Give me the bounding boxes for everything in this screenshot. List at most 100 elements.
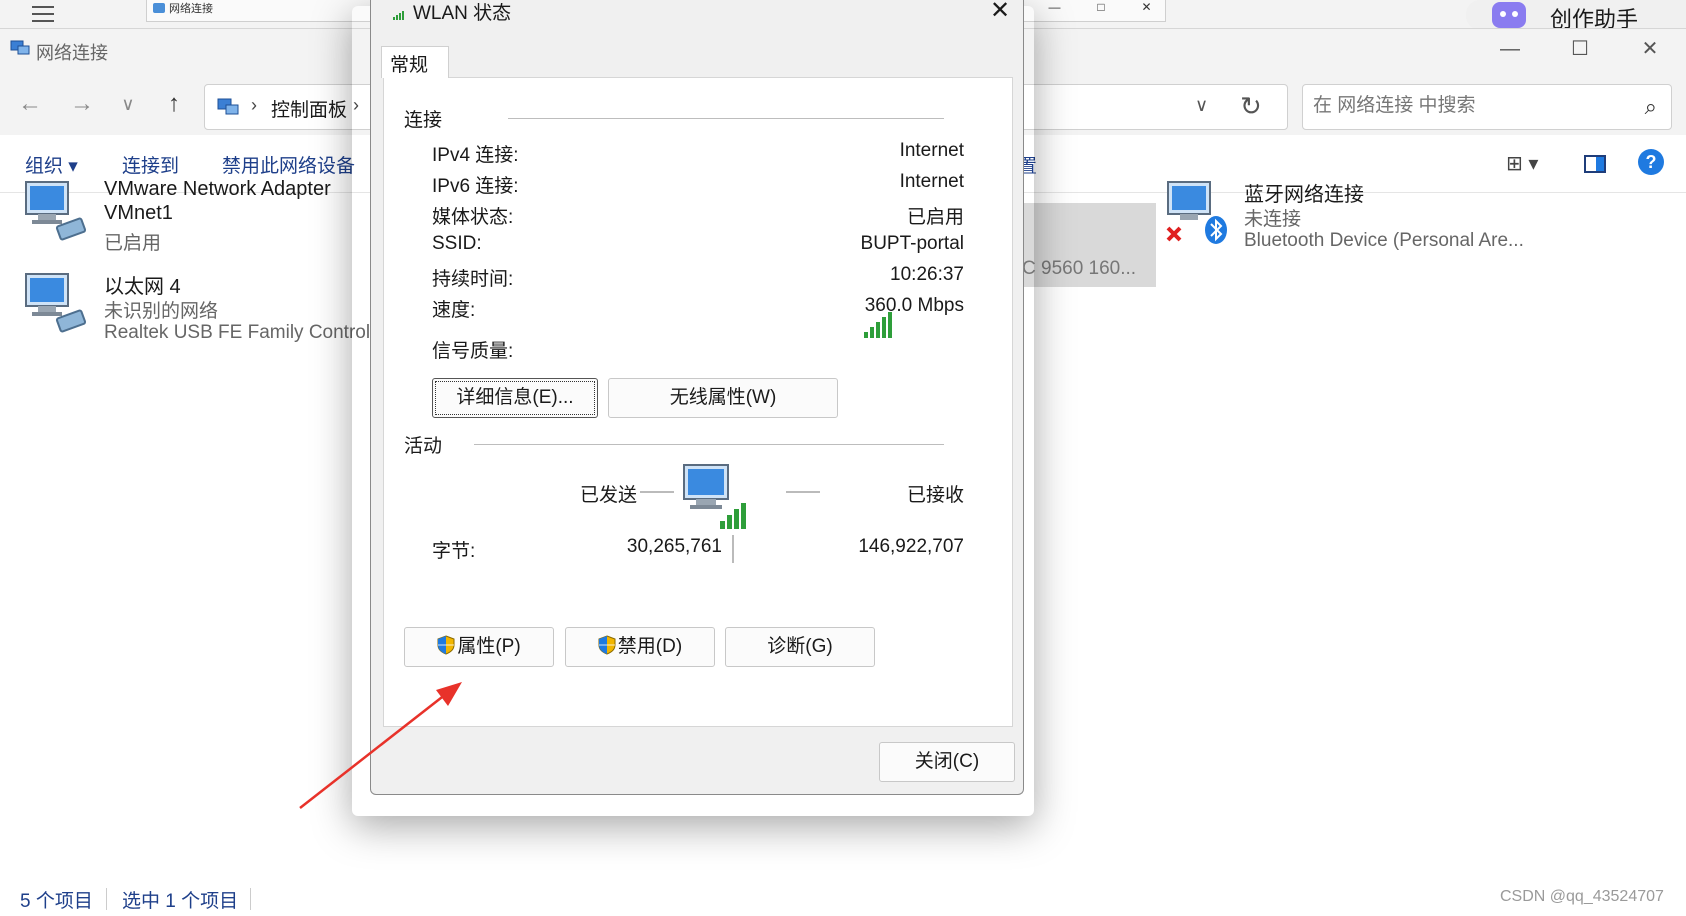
received-label: 已接收 xyxy=(906,485,964,506)
ipv4-label: IPv4 连接: xyxy=(432,145,519,166)
signal-bar xyxy=(882,317,886,338)
annotation-arrow xyxy=(299,682,462,809)
ipv4-value: Internet xyxy=(899,140,964,161)
up-icon[interactable]: ↑ xyxy=(158,89,190,119)
ssid-label: SSID: xyxy=(432,233,482,254)
group-divider xyxy=(508,118,944,119)
item-name: 蓝牙网络连接 xyxy=(1244,184,1364,206)
ipv6-label: IPv6 连接: xyxy=(432,176,519,197)
signal-bar xyxy=(870,327,874,338)
preview-pane-icon[interactable] xyxy=(1584,155,1606,173)
search-icon[interactable]: ⌕ xyxy=(1645,94,1657,120)
uac-shield-icon xyxy=(598,635,616,655)
background-window-controls: — □ ✕ xyxy=(1030,0,1170,16)
wireless-properties-button[interactable]: 无线属性(W) xyxy=(608,378,838,418)
signal-bar xyxy=(888,312,892,338)
connect-to-button[interactable]: 连接到 xyxy=(122,151,179,178)
breadcrumb-control-panel[interactable]: 控制面板 xyxy=(271,95,347,122)
diagnose-button[interactable]: 诊断(G) xyxy=(725,627,875,667)
media-state-value: 已启用 xyxy=(906,207,964,228)
close-icon[interactable]: ✕ xyxy=(1141,0,1151,16)
bluetooth-adapter-icon xyxy=(1166,181,1227,244)
maximize-button[interactable]: ☐ xyxy=(1560,35,1600,63)
dialog-titlebar: WLAN 状态 ✕ xyxy=(371,0,1023,28)
divider xyxy=(250,888,251,910)
status-bar: 5 个项目 选中 1 个项目 xyxy=(0,886,1686,916)
selected-count: 选中 1 个项目 xyxy=(122,891,239,912)
maximize-icon[interactable]: □ xyxy=(1097,0,1104,16)
disable-button[interactable]: 禁用(D) xyxy=(565,627,715,667)
close-button[interactable]: ✕ xyxy=(1630,35,1670,63)
network-activity-icon xyxy=(683,464,746,529)
tab-general[interactable]: 常规 xyxy=(381,46,449,78)
details-button[interactable]: 详细信息(E)... xyxy=(432,378,598,418)
dialog-title: WLAN 状态 xyxy=(413,3,512,24)
sent-label: 已发送 xyxy=(580,485,638,506)
item-status: 未连接 xyxy=(1244,209,1302,230)
item-status: 未识别的网络 xyxy=(104,301,219,322)
ipv6-value: Internet xyxy=(899,171,964,192)
properties-button[interactable]: 属性(P) xyxy=(404,627,554,667)
breadcrumb-separator[interactable]: › xyxy=(251,95,257,116)
item-count: 5 个项目 xyxy=(20,891,93,912)
item-device: Realtek USB FE Family Controll... xyxy=(104,322,391,343)
search-box[interactable]: ⌕ xyxy=(1302,84,1672,130)
item-device: C 9560 160... xyxy=(1022,258,1137,279)
bytes-sent-value: 30,265,761 xyxy=(626,536,722,557)
item-name: VMware Network Adapter xyxy=(104,178,331,200)
close-icon[interactable]: ✕ xyxy=(985,0,1015,25)
menu-icon[interactable] xyxy=(32,6,54,24)
view-options-icon[interactable]: ⊞ ▾ xyxy=(1506,151,1538,176)
refresh-icon[interactable]: ↻ xyxy=(1240,91,1262,122)
item-name: 以太网 4 xyxy=(104,276,181,298)
chevron-down-icon[interactable]: ∨ xyxy=(1195,95,1208,116)
explorer-title: 网络连接 xyxy=(36,43,108,63)
bytes-divider xyxy=(732,535,734,563)
control-panel-icon xyxy=(217,98,239,115)
bytes-received-value: 146,922,707 xyxy=(858,536,964,557)
properties-label: 属性(P) xyxy=(457,636,521,657)
bytes-label: 字节: xyxy=(432,541,476,562)
disable-label: 禁用(D) xyxy=(617,636,683,657)
help-icon[interactable]: ? xyxy=(1638,149,1664,175)
network-adapter-icon xyxy=(25,181,87,241)
organize-menu[interactable]: 组织 ▾ xyxy=(25,151,78,178)
signal-strength-icon xyxy=(864,312,892,338)
connection-group-title: 连接 xyxy=(404,105,449,132)
item-name: VMnet1 xyxy=(104,202,173,224)
network-connections-icon xyxy=(10,40,30,55)
general-panel: 连接 IPv4 连接: Internet IPv6 连接: Internet 媒… xyxy=(383,77,1013,727)
ssid-value: BUPT-portal xyxy=(860,233,964,254)
close-button[interactable]: 关闭(C) xyxy=(879,742,1015,782)
watermark: CSDN @qq_43524707 xyxy=(1500,888,1664,905)
duration-value: 10:26:37 xyxy=(890,264,964,285)
activity-line xyxy=(640,491,674,493)
signal-quality-label: 信号质量: xyxy=(432,341,514,362)
robot-icon xyxy=(1492,2,1526,28)
network-icon xyxy=(153,3,165,13)
signal-bar xyxy=(864,332,868,338)
back-icon[interactable]: ← xyxy=(14,89,46,119)
minimize-icon[interactable]: — xyxy=(1048,0,1060,16)
disable-device-button[interactable]: 禁用此网络设备 xyxy=(222,151,355,178)
signal-bar xyxy=(876,322,880,338)
network-adapter-icon xyxy=(25,273,87,333)
search-input[interactable] xyxy=(1313,95,1613,117)
duration-label: 持续时间: xyxy=(432,269,514,290)
group-divider xyxy=(474,444,944,445)
recent-locations-icon[interactable]: ∨ xyxy=(112,89,144,119)
background-window-title: 网络连接 xyxy=(169,3,213,15)
uac-shield-icon xyxy=(437,635,455,655)
item-status: 已启用 xyxy=(104,233,162,254)
activity-group-title: 活动 xyxy=(404,431,449,458)
forward-icon[interactable]: → xyxy=(66,89,98,119)
divider xyxy=(106,888,107,910)
speed-label: 速度: xyxy=(432,300,476,321)
media-state-label: 媒体状态: xyxy=(432,207,514,228)
wlan-status-dialog: WLAN 状态 ✕ 常规 连接 IPv4 连接: Internet IPv6 连… xyxy=(370,0,1024,795)
activity-line xyxy=(786,491,820,493)
item-device: Bluetooth Device (Personal Are... xyxy=(1244,230,1524,251)
assistant-button[interactable]: 创作助手 xyxy=(1466,0,1686,32)
minimize-button[interactable]: — xyxy=(1490,35,1530,63)
wifi-signal-icon xyxy=(393,11,404,20)
